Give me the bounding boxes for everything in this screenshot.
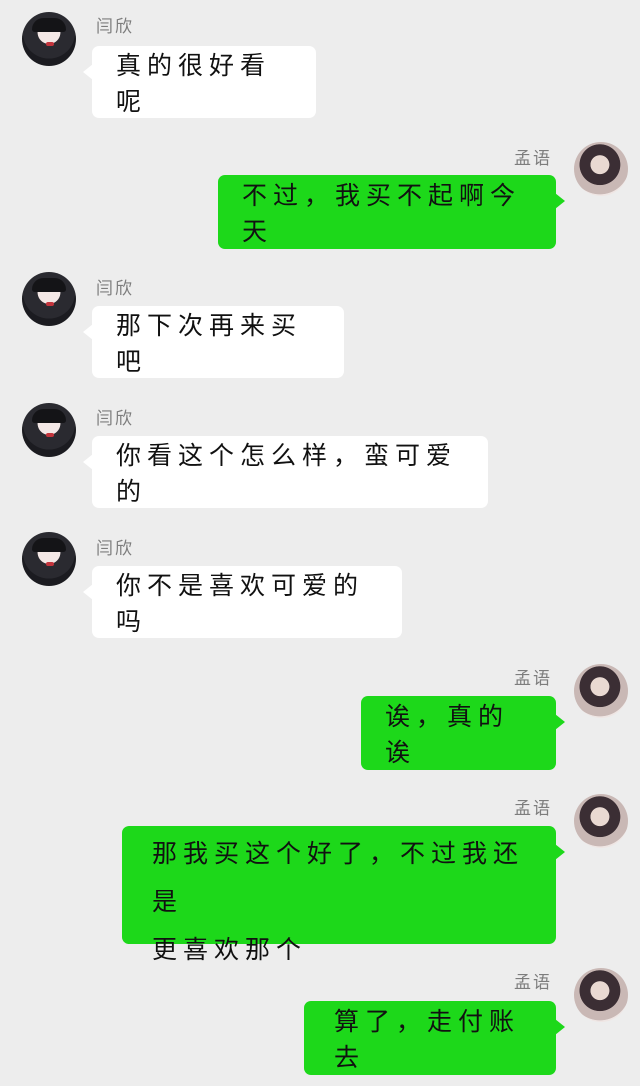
- sender-name: 孟语: [514, 669, 552, 689]
- message-text: 诶，真的诶: [385, 702, 510, 767]
- message-bubble[interactable]: 诶，真的诶: [361, 696, 565, 770]
- avatar-hair: [32, 538, 66, 552]
- sender-avatar[interactable]: [22, 532, 76, 586]
- sender-avatar[interactable]: [22, 403, 76, 457]
- sender-avatar[interactable]: [22, 272, 76, 326]
- message-bubble[interactable]: 你不是喜欢可爱的吗: [83, 566, 402, 638]
- message-text: 那我买这个好了，不过我还是 更喜欢那个: [152, 839, 525, 964]
- message-text: 真的很好看呢: [116, 51, 272, 116]
- message-text: 不过，我买不起啊今天: [242, 181, 522, 246]
- sender-name: 闫欣: [96, 409, 134, 429]
- sender-name: 孟语: [514, 149, 552, 169]
- message-bubble[interactable]: 那下次再来买吧: [83, 306, 344, 378]
- message-text: 那下次再来买吧: [116, 311, 303, 376]
- message-bubble[interactable]: 你看这个怎么样，蛮可爱的: [83, 436, 488, 508]
- message-bubble[interactable]: 算了，走付账去: [304, 1001, 565, 1075]
- sender-name: 孟语: [514, 973, 552, 993]
- sender-avatar[interactable]: [574, 142, 628, 196]
- avatar-lip: [46, 562, 54, 566]
- avatar-lip: [46, 433, 54, 437]
- sender-avatar[interactable]: [574, 794, 628, 848]
- avatar-hair: [32, 18, 66, 32]
- avatar-lip: [46, 42, 54, 46]
- message-bubble[interactable]: 那我买这个好了，不过我还是 更喜欢那个: [122, 826, 565, 964]
- sender-name: 闫欣: [96, 539, 134, 559]
- avatar-hair: [32, 409, 66, 423]
- message-text: 你不是喜欢可爱的吗: [116, 571, 365, 636]
- sender-name: 孟语: [514, 799, 552, 819]
- message-bubble[interactable]: 不过，我买不起啊今天: [218, 175, 565, 249]
- message-bubble[interactable]: 真的很好看呢: [83, 46, 316, 118]
- avatar-hair: [32, 278, 66, 292]
- avatar-lip: [46, 302, 54, 306]
- sender-avatar[interactable]: [574, 968, 628, 1022]
- sender-avatar[interactable]: [574, 664, 628, 718]
- sender-avatar[interactable]: [22, 12, 76, 66]
- sender-name: 闫欣: [96, 17, 134, 37]
- message-text: 你看这个怎么样，蛮可爱的: [116, 441, 458, 506]
- message-text: 算了，走付账去: [334, 1007, 521, 1072]
- sender-name: 闫欣: [96, 279, 134, 299]
